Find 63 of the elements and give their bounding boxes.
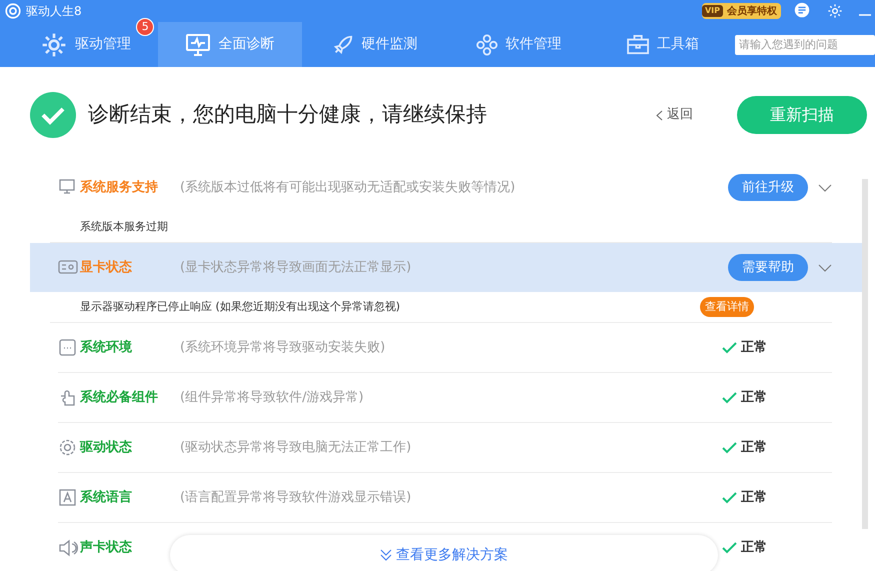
tab-label: 硬件监测 (362, 35, 418, 54)
letter-icon (58, 488, 78, 508)
flower-icon (476, 34, 498, 56)
nav-tab[interactable]: 全面诊断 (158, 22, 302, 67)
check-icon (722, 342, 737, 354)
status-text: 正常 (741, 538, 767, 557)
detail-text: 系统版本服务过期 (80, 218, 169, 235)
check-icon (722, 442, 737, 454)
item-label: 系统语言 (80, 488, 133, 507)
scrollbar[interactable] (862, 179, 868, 529)
toolbox-icon (626, 34, 649, 54)
speaker-icon (58, 538, 78, 558)
tab-label: 软件管理 (506, 35, 562, 54)
item-description: (组件异常将导致软件/游戏异常) (180, 388, 365, 407)
nav-tab[interactable]: 软件管理 (446, 22, 591, 67)
check-circle-icon (30, 92, 76, 138)
item-label: 显卡状态 (80, 258, 133, 277)
monitor-pulse-icon (186, 34, 210, 56)
action-button[interactable]: 前往升级 (728, 174, 808, 201)
check-row[interactable]: 系统服务支持 (系统版本过低将有可能出现驱动无适配或安装失败等情况) 前往升级 (30, 163, 862, 212)
status-text: 正常 (741, 438, 767, 457)
chat-icon[interactable] (793, 2, 811, 20)
chevron-down-icon[interactable] (818, 264, 832, 272)
back-link[interactable]: 返回 (656, 105, 693, 125)
window-title: 驱动人生8 (26, 3, 82, 20)
item-description: (驱动状态异常将导致电脑无法正常工作) (180, 438, 412, 457)
action-button[interactable]: 需要帮助 (728, 254, 808, 281)
status-text: 正常 (741, 338, 767, 357)
vip-tag: VIP (702, 5, 723, 17)
rocket-icon (332, 34, 354, 56)
tab-label: 全面诊断 (218, 35, 274, 54)
item-label: 系统环境 (80, 338, 133, 357)
status-text: 正常 (741, 388, 767, 407)
nav-tab[interactable]: 工具箱 (590, 22, 736, 67)
nav-tab[interactable]: 硬件监测 (302, 22, 447, 67)
detail-text: 显示器驱动程序已停止响应 (如果您近期没有出现这个异常请忽视) (80, 298, 402, 315)
check-row[interactable]: 显卡状态 (显卡状态异常将导致画面无法正常显示) 需要帮助 (30, 243, 862, 292)
tab-label: 驱动管理 (75, 35, 132, 54)
settings-icon[interactable] (827, 3, 843, 19)
window-icon (58, 338, 78, 358)
item-description: (系统版本过低将有可能出现驱动无适配或安装失败等情况) (180, 178, 516, 197)
check-icon (722, 492, 737, 504)
rescan-button[interactable]: 重新扫描 (737, 96, 867, 134)
more-solutions-button[interactable]: 查看更多解决方案 (170, 535, 718, 571)
double-chevron-down-icon (380, 549, 392, 561)
check-icon (722, 542, 737, 554)
item-label: 系统服务支持 (80, 178, 159, 197)
chevron-down-icon[interactable] (818, 184, 832, 192)
chevron-left-icon (656, 110, 663, 120)
item-label: 系统必备组件 (80, 388, 159, 407)
check-icon (722, 392, 737, 404)
item-description: (显卡状态异常将导致画面无法正常显示) (180, 258, 412, 277)
tab-label: 工具箱 (656, 35, 699, 54)
vip-badge[interactable]: VIP 会员享特权 (702, 3, 781, 19)
item-label: 声卡状态 (80, 538, 133, 557)
item-description: (语言配置异常将导致软件游戏显示错误) (180, 488, 412, 507)
status-text: 正常 (741, 488, 767, 507)
item-label: 驱动状态 (80, 438, 133, 457)
count-badge: 5 (136, 18, 154, 36)
search-field[interactable]: 请输入您遇到的问题 (735, 34, 875, 54)
result-title: 诊断结束，您的电脑十分健康，请继续保持 (88, 101, 488, 128)
details-button[interactable]: 查看详情 (700, 297, 754, 317)
item-description: (系统环境异常将导致驱动安装失败) (180, 338, 386, 357)
